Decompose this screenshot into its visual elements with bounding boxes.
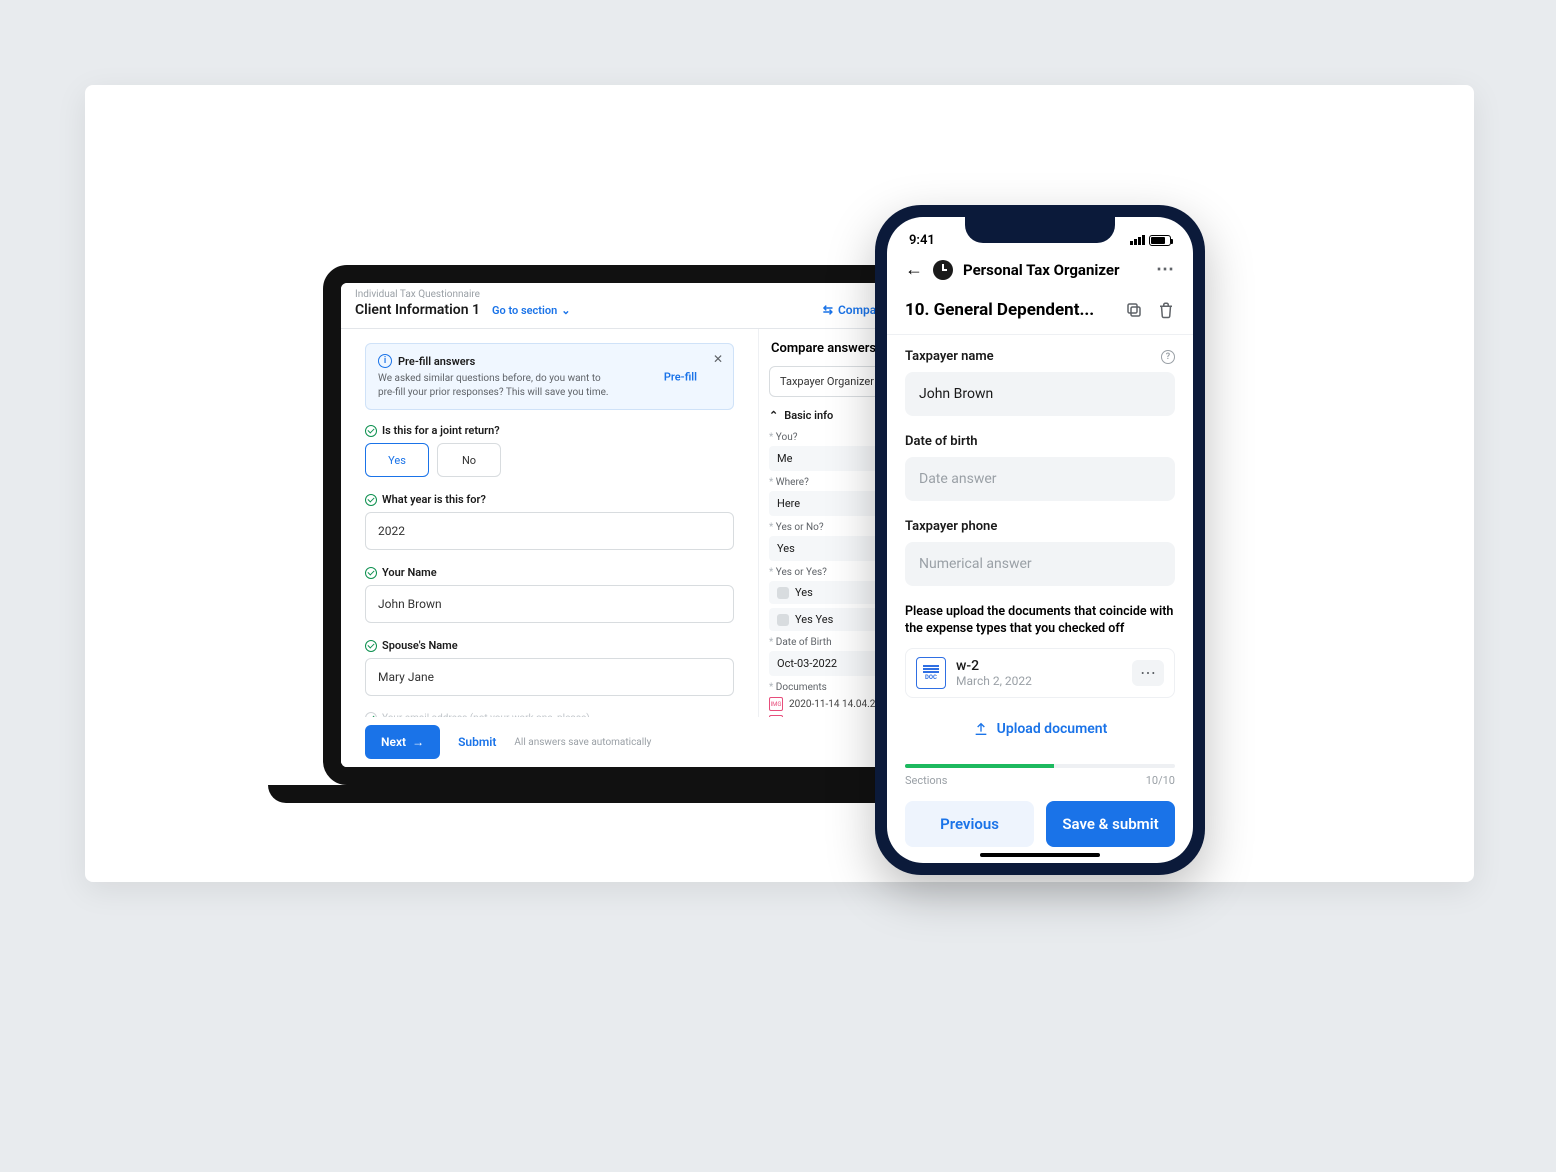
progress-bar [905,764,1175,768]
banner-body: We asked similar questions before, do yo… [378,372,611,399]
submit-link[interactable]: Submit [458,735,496,749]
checkbox-icon [777,614,789,626]
f3-label: Taxpayer phone [905,519,1175,534]
taxpayer-name-input[interactable]: John Brown [905,372,1175,416]
upload-description: Please upload the documents that coincid… [905,604,1175,638]
phone-notch [965,217,1115,243]
copy-icon[interactable] [1125,301,1143,319]
option-yes[interactable]: Yes [365,443,429,477]
image-file-icon: IMG [769,697,783,711]
q3-label: Your Name [365,566,734,579]
home-indicator [980,853,1100,857]
dob-input[interactable]: Date answer [905,457,1175,501]
checkbox-icon [777,587,789,599]
year-input[interactable]: 2022 [365,512,734,550]
check-icon [365,567,377,579]
app-title: Personal Tax Organizer [963,261,1119,279]
canvas-card: Individual Tax Questionnaire Client Info… [85,85,1474,882]
clock-icon [933,260,953,280]
file-item: DOC w-2 March 2, 2022 ⋯ [905,648,1175,698]
trash-icon[interactable] [1157,301,1175,319]
q4-label: Spouse's Name [365,639,734,652]
arrow-right-icon: → [412,735,424,749]
goto-section-link[interactable]: Go to section ⌄ [492,304,570,317]
mobile-form: Taxpayer name ? John Brown Date of birth… [887,335,1193,764]
upload-document-button[interactable]: Upload document [905,708,1175,750]
chevron-down-icon: ⌄ [561,304,570,317]
f1-label: Taxpayer name ? [905,349,1175,364]
help-icon[interactable]: ? [1161,350,1175,364]
progress-count: 10/10 [1146,774,1175,787]
goto-label: Go to section [492,304,557,317]
progress-area: Sections 10/10 [887,764,1193,787]
check-icon [365,425,377,437]
file-more-button[interactable]: ⋯ [1132,660,1164,686]
phone-mockup: 9:41 ← Personal Tax Organizer ⋯ 10. Gene… [875,205,1205,875]
battery-icon [1149,235,1171,246]
save-submit-button[interactable]: Save & submit [1046,801,1175,847]
name-input[interactable]: John Brown [365,585,734,623]
section-title: 10. General Dependent... [905,300,1094,320]
mobile-header: ← Personal Tax Organizer ⋯ [887,255,1193,292]
status-time: 9:41 [909,233,935,248]
page-title: Client Information 1 [355,302,480,318]
check-icon [365,640,377,652]
progress-label: Sections [905,774,947,787]
chevron-up-icon: ⌃ [769,409,778,422]
q1-label: Is this for a joint return? [365,424,734,437]
section-header: 10. General Dependent... [887,292,1193,335]
more-icon[interactable]: ⋯ [1156,259,1175,280]
check-icon [365,494,377,506]
spouse-input[interactable]: Mary Jane [365,658,734,696]
q2-label: What year is this for? [365,493,734,506]
doc-file-icon: DOC [916,657,946,689]
info-icon: i [378,354,392,368]
phone-input[interactable]: Numerical answer [905,542,1175,586]
upload-icon [973,721,989,737]
file-name: w-2 [956,658,1122,674]
option-no[interactable]: No [437,443,501,477]
file-date: March 2, 2022 [956,674,1122,688]
autosave-hint: All answers save automatically [514,737,651,748]
f2-label: Date of birth [905,434,1175,449]
signal-icon [1130,235,1145,245]
back-icon[interactable]: ← [905,259,923,280]
prefill-banner: i Pre-fill answers We asked similar ques… [365,343,734,410]
close-icon[interactable]: ✕ [713,352,723,366]
banner-title: Pre-fill answers [398,355,475,368]
prefill-button[interactable]: Pre-fill [664,370,697,383]
compare-icon: ⇆ [823,303,833,317]
previous-button[interactable]: Previous [905,801,1034,847]
questionnaire-form: i Pre-fill answers We asked similar ques… [341,329,758,765]
next-button[interactable]: Next→ [365,725,440,759]
